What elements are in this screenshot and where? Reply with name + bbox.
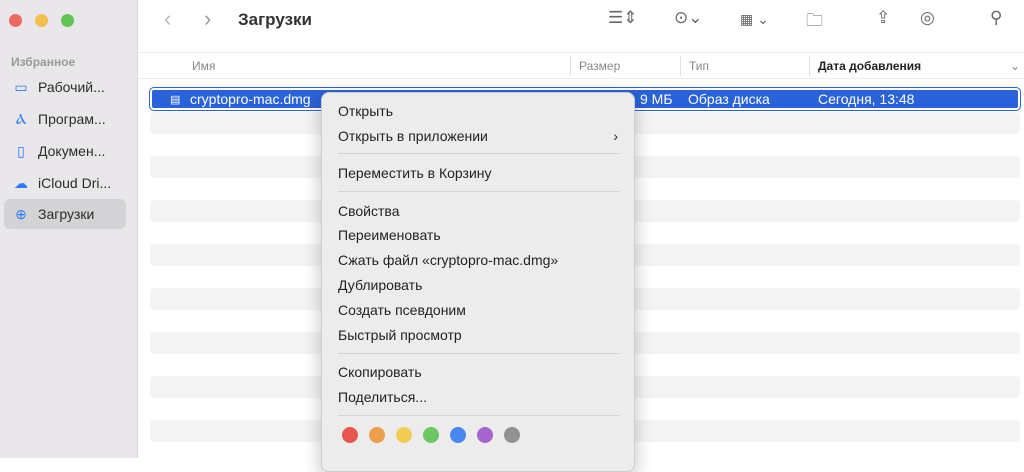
menu-item-copy[interactable]: Скопировать xyxy=(338,361,618,383)
tag-green[interactable] xyxy=(423,427,439,443)
menu-separator xyxy=(338,191,620,192)
search-icon[interactable]: ⚲ xyxy=(990,8,1002,28)
sidebar-item-downloads[interactable]: ⊕ Загрузки xyxy=(4,199,126,229)
column-size[interactable]: Размер xyxy=(579,59,620,73)
menu-item-make-alias[interactable]: Создать псевдоним xyxy=(338,299,618,321)
sidebar: Избранное ▭ Рабочий... Ⲁ Програм... ▯ Докум… xyxy=(0,0,138,458)
column-header: Имя Размер Тип Дата добавления ⌄ xyxy=(138,52,1024,79)
column-type[interactable]: Тип xyxy=(689,59,709,73)
tag-red[interactable] xyxy=(342,427,358,443)
tag-gray[interactable] xyxy=(504,427,520,443)
airdrop-icon[interactable]: ◎ xyxy=(920,8,935,28)
context-menu: Открыть Открыть в приложении › Переместит… xyxy=(321,92,635,472)
menu-item-move-to-trash[interactable]: Переместить в Корзину xyxy=(338,162,618,184)
toolbar: ‹ › Загрузки ☰⇕ ⊙⌄ ▦ ⌄ 🗀 ⇪ ◎ ⚲ xyxy=(138,0,1024,52)
group-icon[interactable]: ▦ ⌄ xyxy=(740,11,769,28)
new-folder-icon[interactable]: 🗀 xyxy=(806,8,823,37)
view-list-icon[interactable]: ☰⇕ xyxy=(608,8,637,28)
tag-orange[interactable] xyxy=(369,427,385,443)
sidebar-item-documents[interactable]: ▯ Докумен... xyxy=(4,136,126,166)
share-icon[interactable]: ⇪ xyxy=(876,8,890,28)
menu-separator xyxy=(338,153,620,154)
menu-item-label: Открыть в приложении xyxy=(338,128,488,144)
menu-separator xyxy=(338,353,620,354)
sidebar-item-desktop[interactable]: ▭ Рабочий... xyxy=(4,72,126,102)
menu-item-share[interactable]: Поделиться... xyxy=(338,386,618,408)
disk-image-icon: ▤ xyxy=(170,94,181,106)
sidebar-item-icloud[interactable]: ☁ iCloud Dri... xyxy=(4,168,126,198)
menu-item-rename[interactable]: Переименовать xyxy=(338,224,618,246)
sort-chevron-icon[interactable]: ⌄ xyxy=(1010,59,1020,73)
menu-item-compress[interactable]: Сжать файл «cryptopro-mac.dmg» xyxy=(338,249,618,271)
forward-button[interactable]: › xyxy=(204,6,211,32)
menu-separator xyxy=(338,415,620,416)
close-button[interactable] xyxy=(9,14,22,27)
more-actions-icon[interactable]: ⊙⌄ xyxy=(674,8,703,28)
column-name[interactable]: Имя xyxy=(192,59,215,73)
menu-item-open-with[interactable]: Открыть в приложении › xyxy=(338,125,618,147)
cloud-icon: ☁ xyxy=(14,174,28,191)
window-title: Загрузки xyxy=(238,10,312,29)
download-icon: ⊕ xyxy=(15,205,27,222)
file-date: Сегодня, 13:48 xyxy=(818,91,915,107)
sidebar-item-label: Програм... xyxy=(38,111,106,127)
tag-blue[interactable] xyxy=(450,427,466,443)
desktop-icon: ▭ xyxy=(14,78,28,95)
applications-icon: Ⲁ xyxy=(15,110,27,127)
menu-item-quick-look[interactable]: Быстрый просмотр xyxy=(338,324,618,346)
file-size: 9 МБ xyxy=(640,91,673,107)
sidebar-item-label: iCloud Dri... xyxy=(38,175,112,191)
sidebar-item-label: Рабочий... xyxy=(38,79,105,95)
sidebar-item-applications[interactable]: Ⲁ Програм... xyxy=(4,104,126,134)
column-divider[interactable] xyxy=(680,56,681,76)
menu-item-get-info[interactable]: Свойства xyxy=(338,200,618,222)
document-icon: ▯ xyxy=(17,142,25,159)
column-date-added[interactable]: Дата добавления xyxy=(818,59,921,73)
menu-item-duplicate[interactable]: Дублировать xyxy=(338,274,618,296)
file-name: cryptopro-mac.dmg xyxy=(190,91,311,107)
menu-item-open[interactable]: Открыть xyxy=(338,100,618,122)
back-button[interactable]: ‹ xyxy=(164,6,171,32)
minimize-button[interactable] xyxy=(35,14,48,27)
sidebar-item-label: Докумен... xyxy=(38,143,106,159)
column-divider[interactable] xyxy=(570,56,571,76)
sidebar-section-favorites: Избранное xyxy=(11,55,76,69)
sidebar-item-label: Загрузки xyxy=(38,206,95,222)
column-divider[interactable] xyxy=(809,56,810,76)
zoom-button[interactable] xyxy=(61,14,74,27)
tag-purple[interactable] xyxy=(477,427,493,443)
tag-yellow[interactable] xyxy=(396,427,412,443)
file-type: Образ диска xyxy=(688,91,770,107)
chevron-right-icon: › xyxy=(613,128,618,144)
